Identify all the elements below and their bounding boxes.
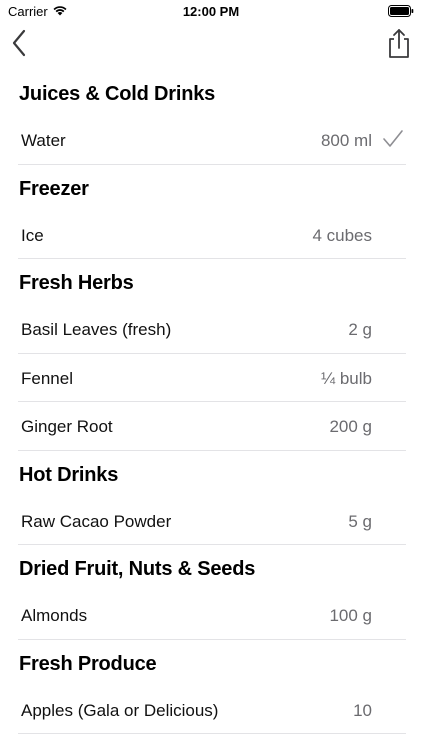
section-title: Juices & Cold Drinks	[19, 83, 216, 105]
list-item[interactable]: Ice 4 cubes	[18, 211, 406, 259]
item-quantity: 5 g	[348, 511, 372, 531]
item-name: Apples (Gala or Delicious)	[21, 700, 219, 720]
share-icon	[389, 29, 409, 58]
list-item[interactable]: Ginger Root 200 g	[18, 402, 406, 451]
item-quantity: 200 g	[329, 417, 372, 436]
item-name: Ice	[21, 225, 44, 245]
checkmark-icon[interactable]	[382, 128, 404, 150]
section-title: Hot Drinks	[19, 463, 119, 486]
item-quantity: 2 g	[348, 320, 372, 339]
section-title: Freezer	[19, 177, 89, 200]
list-item[interactable]: Fennel ¼ bulb	[18, 354, 406, 402]
item-name: Fennel	[21, 368, 73, 388]
section: Freezer Ice 4 cubes	[0, 165, 422, 259]
item-name: Almonds	[21, 606, 88, 625]
nav-bar	[0, 24, 422, 68]
list-item[interactable]: Water 800 ml	[18, 116, 406, 165]
list-item[interactable]: Apples (Gala or Delicious) 10	[18, 686, 406, 734]
share-button[interactable]	[386, 28, 412, 60]
item-quantity: 4 cubes	[312, 225, 372, 245]
status-bar: Carrier 12:00 PM	[0, 0, 422, 24]
grocery-list: Juices & Cold Drinks Water 800 ml Freezer Ic…	[0, 70, 422, 750]
section: Fresh Produce Apples (Gala or Delicious) 1…	[0, 640, 422, 750]
battery-icon	[388, 5, 414, 17]
section-title: Fresh Produce	[19, 652, 157, 675]
list-item[interactable]: Almonds 100 g	[18, 591, 406, 640]
section: Dried Fruit, Nuts & Seeds Almonds 100 g	[0, 545, 422, 640]
item-quantity: 10	[353, 700, 372, 720]
back-button[interactable]	[8, 28, 32, 58]
item-quantity: 100 g	[329, 606, 372, 625]
section: Hot Drinks Raw Cacao Powder 5 g	[0, 451, 422, 545]
chevron-left-icon	[12, 29, 26, 57]
list-item[interactable]: Asparagus4 spears	[18, 734, 406, 750]
item-name: Ginger Root	[21, 417, 113, 436]
item-quantity: ¼ bulb	[320, 368, 372, 388]
section-title: Dried Fruit, Nuts & Seeds	[19, 558, 256, 580]
item-name: Raw Cacao Powder	[21, 511, 172, 531]
section: Juices & Cold Drinks Water 800 ml	[0, 70, 422, 165]
item-name: Basil Leaves (fresh)	[21, 320, 172, 339]
item-name: Water	[21, 131, 66, 150]
section-title: Fresh Herbs	[19, 272, 134, 294]
clock: 12:00 PM	[182, 4, 240, 19]
list-item[interactable]: Raw Cacao Powder 5 g	[18, 497, 406, 545]
list-item[interactable]: Basil Leaves (fresh) 2 g	[18, 305, 406, 354]
section: Fresh Herbs Basil Leaves (fresh) 2 g Fennel…	[0, 259, 422, 451]
item-quantity: 800 ml	[320, 131, 372, 150]
